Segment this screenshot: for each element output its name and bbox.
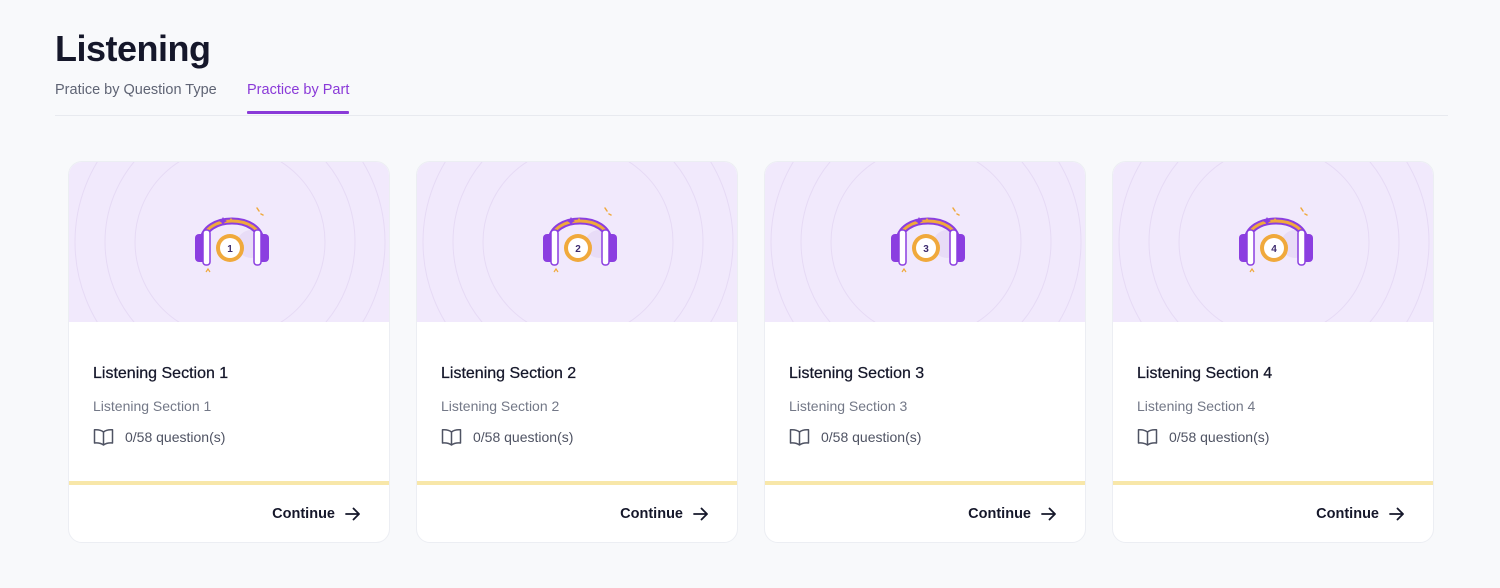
question-count-text: 0/58 question(s) [125,429,226,445]
question-count: 0/58 question(s) [441,426,573,448]
question-count: 0/58 question(s) [789,426,921,448]
section-number: 3 [923,244,929,255]
arrow-right-icon [1389,507,1404,521]
card-title: Listening Section 1 [93,365,229,382]
section-card[interactable]: 2 Listening Section 2 Listening Section … [416,161,738,543]
continue-label: Continue [968,506,1031,522]
tab-practice-by-part[interactable]: Practice by Part [247,80,350,114]
book-icon [441,428,462,446]
continue-label: Continue [1316,506,1379,522]
continue-button[interactable]: Continue [1316,503,1405,525]
section-number: 4 [1271,244,1277,255]
progress-bar [1113,481,1433,485]
continue-label: Continue [272,506,335,522]
continue-button[interactable]: Continue [620,503,709,525]
book-icon [789,428,810,446]
question-count-text: 0/58 question(s) [1169,429,1270,445]
section-card[interactable]: 3 Listening Section 3 Listening Section … [764,161,1086,543]
question-count: 0/58 question(s) [93,426,225,448]
continue-label: Continue [620,506,683,522]
book-icon [1137,428,1158,446]
question-count: 0/58 question(s) [1137,426,1269,448]
card-banner: 4 [1113,162,1433,322]
headphones-icon: 1 [195,207,269,273]
card-subtitle: Listening Section 4 [1137,398,1256,414]
question-count-text: 0/58 question(s) [473,429,574,445]
card-banner: 2 [417,162,737,322]
card-subtitle: Listening Section 3 [789,398,908,414]
headphones-icon: 3 [891,207,965,273]
continue-button[interactable]: Continue [968,503,1057,525]
headphones-icon: 2 [543,207,617,273]
section-number: 2 [575,244,581,255]
progress-bar [765,481,1085,485]
card-subtitle: Listening Section 2 [441,398,560,414]
arrow-right-icon [345,507,360,521]
arrow-right-icon [693,507,708,521]
progress-bar [417,481,737,485]
tab-question-type[interactable]: Pratice by Question Type [55,80,217,114]
tab-bar: Pratice by Question Type Practice by Par… [55,80,1448,116]
card-banner: 1 [69,162,389,322]
card-title: Listening Section 2 [441,365,577,382]
continue-button[interactable]: Continue [272,503,361,525]
book-icon [93,428,114,446]
arrow-right-icon [1041,507,1056,521]
card-title: Listening Section 3 [789,365,925,382]
card-title: Listening Section 4 [1137,365,1273,382]
section-card[interactable]: 1 Listening Section 1 Listening Section … [68,161,390,543]
progress-bar [69,481,389,485]
page-title: Listening [55,28,211,69]
card-banner: 3 [765,162,1085,322]
section-card[interactable]: 4 Listening Section 4 Listening Section … [1112,161,1434,543]
section-number: 1 [227,244,233,255]
headphones-icon: 4 [1239,207,1313,273]
card-subtitle: Listening Section 1 [93,398,212,414]
question-count-text: 0/58 question(s) [821,429,922,445]
